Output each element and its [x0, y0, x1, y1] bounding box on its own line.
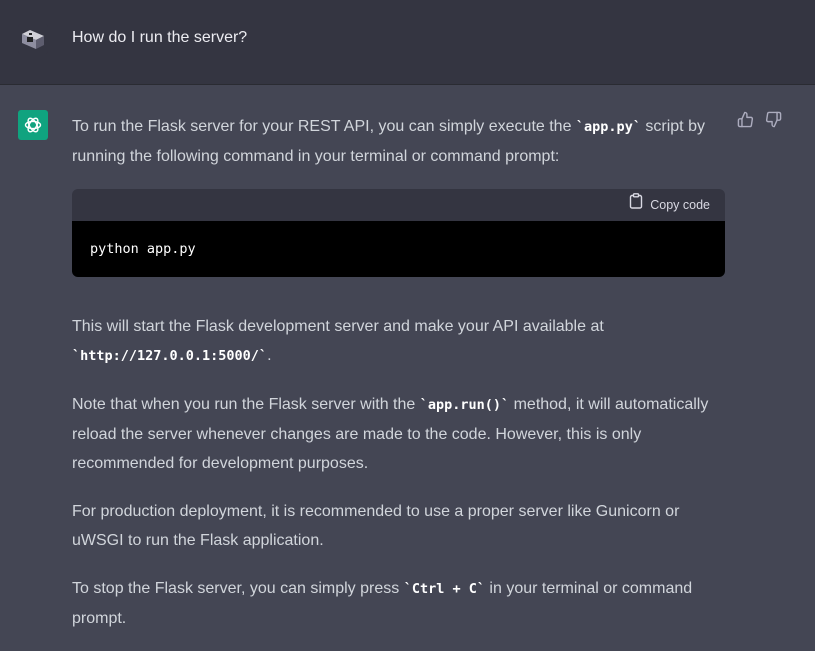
- clipboard-icon: [629, 191, 643, 220]
- paragraph-text: This will start the Flask development se…: [72, 318, 604, 335]
- thumbs-up-button[interactable]: [735, 111, 755, 133]
- paragraph: To stop the Flask server, you can simply…: [72, 574, 727, 633]
- user-message-row: How do I run the server?: [0, 0, 815, 85]
- inline-code: `Ctrl + C`: [403, 581, 485, 597]
- assistant-message-row: To run the Flask server for your REST AP…: [0, 85, 815, 651]
- thumbs-down-icon: [765, 111, 782, 133]
- code-block-body[interactable]: python app.py: [72, 221, 725, 277]
- paragraph: For production deployment, it is recomme…: [72, 503, 680, 549]
- thumbs-up-icon: [737, 111, 754, 133]
- assistant-message-content: To run the Flask server for your REST AP…: [72, 112, 727, 633]
- code-text: python app.py: [90, 240, 196, 257]
- code-block: Copy code python app.py: [72, 189, 725, 277]
- user-avatar-icon: [18, 24, 48, 54]
- code-block-header: Copy code: [72, 189, 725, 221]
- paragraph-text: To stop the Flask server, you can simply…: [72, 580, 404, 597]
- inline-code: `app.run()`: [419, 397, 510, 413]
- inline-code: `app.py`: [575, 119, 641, 135]
- user-message-text: How do I run the server?: [72, 29, 248, 46]
- thumbs-down-button[interactable]: [763, 111, 783, 133]
- paragraph: Note that when you run the Flask server …: [72, 390, 727, 478]
- copy-code-button[interactable]: Copy code: [629, 191, 710, 220]
- paragraph-text: .: [267, 347, 272, 364]
- copy-code-label: Copy code: [650, 197, 710, 212]
- paragraph-text: To run the Flask server for your REST AP…: [72, 118, 576, 135]
- paragraph: To run the Flask server for your REST AP…: [72, 112, 727, 171]
- paragraph-text: Note that when you run the Flask server …: [72, 396, 420, 413]
- paragraph: This will start the Flask development se…: [72, 312, 727, 371]
- inline-code: `http://127.0.0.1:5000/`: [72, 348, 268, 364]
- openai-logo-icon: [18, 110, 48, 140]
